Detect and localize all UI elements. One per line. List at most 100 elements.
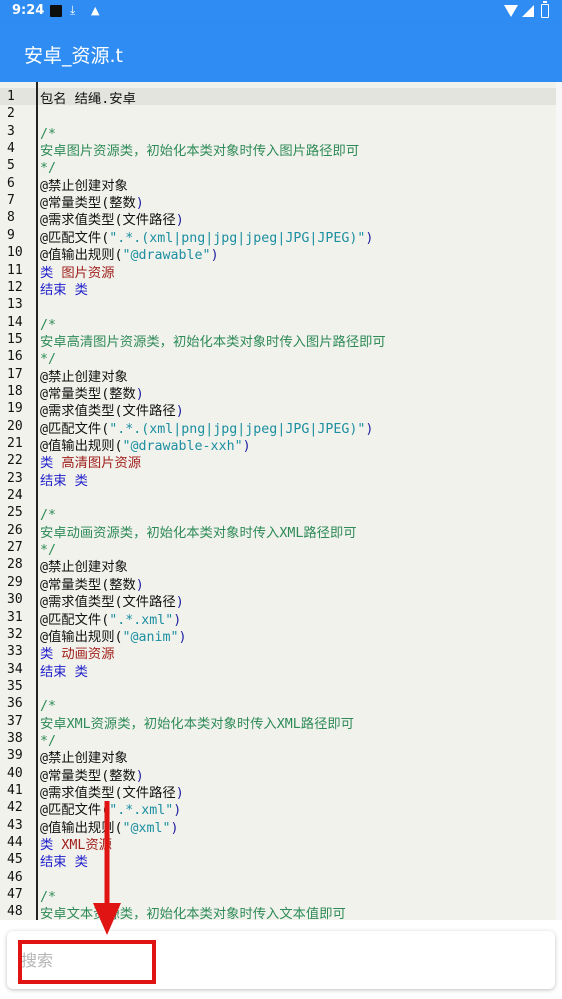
line-number: 48 [7,904,23,920]
code-line[interactable]: @常量类型(整数) [40,574,556,593]
line-number: 10 [7,245,23,261]
line-number: 4 [7,141,15,157]
line-number: 26 [7,522,23,538]
code-line[interactable]: @值输出规则("@xml") [40,817,556,836]
code-line[interactable]: @需求值类型(文件路径) [40,591,556,610]
code-line[interactable]: @匹配文件(".*.(xml|png|jpg|jpeg|JPG|JPEG)") [40,227,556,246]
code-line[interactable]: @常量类型(整数) [40,192,556,211]
line-number: 5 [7,158,15,174]
line-number: 27 [7,540,23,556]
line-number: 35 [7,678,23,694]
code-line[interactable]: 结束 类 [40,279,556,298]
code-line[interactable]: 类 XML资源 [40,834,556,853]
annotation-highlight-box [18,940,156,984]
code-line[interactable]: 结束 类 [40,661,556,680]
code-line[interactable]: */ [40,539,556,558]
code-line[interactable]: @禁止创建对象 [40,556,556,575]
code-line[interactable]: @常量类型(整数) [40,383,556,402]
line-number: 1 [7,89,15,104]
line-number: 29 [7,574,23,590]
line-number: 3 [7,123,15,139]
code-line[interactable]: @需求值类型(文件路径) [40,209,556,228]
code-line[interactable]: @值输出规则("@drawable-xxh") [40,435,556,454]
code-line[interactable]: 安卓文本资源类，初始化本类对象时传入文本值即可 [40,903,556,920]
code-line[interactable]: */ [40,730,556,749]
code-line[interactable]: /* [40,886,556,905]
code-line[interactable]: /* [40,314,556,333]
code-token: 安卓文本资源类，初始化本类对象时传入文本值即可 [40,907,346,920]
download-icon: ⤓ [70,3,76,17]
line-number: 21 [7,436,23,451]
line-number: 28 [7,557,23,573]
code-line[interactable]: @值输出规则("@drawable") [40,244,556,263]
code-line[interactable]: 安卓高清图片资源类，初始化本类对象时传入图片路径即可 [40,331,556,350]
line-number: 17 [7,366,23,382]
code-line[interactable] [40,869,556,886]
app-bar: 安卓_资源.t [0,24,562,82]
line-number: 33 [7,644,23,660]
code-line[interactable]: @需求值类型(文件路径) [40,782,556,801]
line-number: 7 [7,193,15,209]
code-line[interactable]: @匹配文件(".*.xml") [40,609,556,628]
code-line[interactable]: @常量类型(整数) [40,765,556,784]
code-line[interactable]: 类 高清图片资源 [40,452,556,471]
line-number: 6 [7,175,15,191]
code-line[interactable]: */ [40,348,556,367]
status-time: 9:24 [12,3,45,18]
line-number: 25 [7,505,23,521]
line-number: 23 [7,470,23,486]
code-line[interactable]: @值输出规则("@anim") [40,626,556,645]
line-number: 36 [7,696,23,712]
code-editor[interactable]: 1 2 3 4 5 6 7 8 9 10 11 12 13 14 15 16 17 18 19 20 21 22 23 24 2… [0,82,556,920]
line-number: 20 [7,418,23,434]
gutter-divider [36,82,38,920]
code-line[interactable] [40,487,556,504]
line-number: 32 [7,626,23,642]
file-title: 安卓_资源.t [24,45,123,67]
code-line[interactable]: 类 图片资源 [40,262,556,281]
line-number: 19 [7,401,23,417]
line-number: 39 [7,748,23,764]
code-line[interactable]: */ [40,157,556,176]
code-line[interactable]: 类 动画资源 [40,643,556,662]
code-line[interactable]: 安卓XML资源类，初始化本类对象时传入XML路径即可 [40,713,556,732]
code-line[interactable]: 包名 结绳.安卓 [40,88,556,107]
signal-icon [522,5,534,17]
wifi-icon [504,5,518,17]
code-line[interactable]: 安卓动画资源类，初始化本类对象时传入XML路径即可 [40,522,556,541]
line-number: 30 [7,592,23,608]
code-line[interactable]: 结束 类 [40,851,556,870]
code-line[interactable]: /* [40,123,556,142]
line-number: 9 [7,227,15,243]
line-number: 8 [7,210,15,226]
line-number: 47 [7,887,23,903]
image-notification-icon: ▲ [91,4,100,17]
code-line[interactable] [40,296,556,313]
code-line[interactable]: /* [40,504,556,523]
line-number: 14 [7,314,23,330]
line-number: 15 [7,331,23,347]
code-line[interactable]: @匹配文件(".*.xml") [40,799,556,818]
line-number: 24 [7,488,23,504]
line-number: 41 [7,783,23,798]
editor-scrollbar[interactable] [556,82,562,920]
line-number: 16 [7,349,23,365]
code-line[interactable]: @禁止创建对象 [40,175,556,194]
line-number: 34 [7,661,23,677]
code-line[interactable]: @禁止创建对象 [40,366,556,385]
line-number: 2 [7,106,15,122]
code-line[interactable]: @需求值类型(文件路径) [40,400,556,419]
line-number: 46 [7,869,23,885]
line-number: 13 [7,297,23,313]
code-line[interactable]: 安卓图片资源类，初始化本类对象时传入图片路径即可 [40,140,556,159]
line-number: 40 [7,765,23,781]
line-number: 43 [7,817,23,833]
code-line[interactable]: @匹配文件(".*.(xml|png|jpg|jpeg|JPG|JPEG)") [40,418,556,437]
code-line[interactable]: 结束 类 [40,470,556,489]
app-notification-icon [50,5,62,17]
code-line[interactable]: /* [40,695,556,714]
code-line[interactable] [40,105,556,122]
line-number: 12 [7,279,23,295]
code-line[interactable]: @禁止创建对象 [40,747,556,766]
code-line[interactable] [40,678,556,695]
